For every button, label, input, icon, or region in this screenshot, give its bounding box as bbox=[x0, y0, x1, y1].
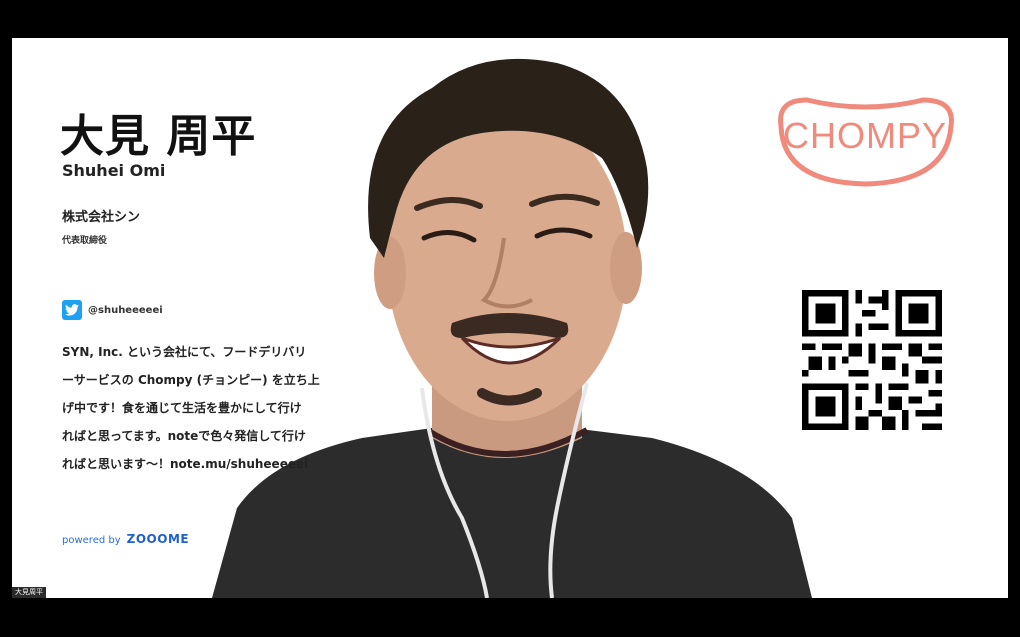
logo-text: CHOMPY bbox=[783, 115, 947, 156]
qr-code-icon[interactable] bbox=[802, 290, 942, 430]
chompy-logo: CHOMPY bbox=[778, 97, 954, 187]
bio-line: SYN, Inc. という会社にて、フードデリバリ bbox=[62, 345, 307, 359]
company-name: 株式会社シン bbox=[62, 210, 141, 225]
zooome-logo: ZOOOME bbox=[126, 532, 190, 546]
speaker-name-jp: 大見 周平 bbox=[60, 111, 257, 162]
bio-text: SYN, Inc. という会社にて、フードデリバリ ーサービスの Chompy … bbox=[62, 338, 322, 478]
powered-by: powered by ZOOOME bbox=[62, 532, 189, 546]
participant-video[interactable]: 大見 周平 Shuhei Omi 株式会社シン 代表取締役 @shuheeeee… bbox=[12, 38, 1008, 598]
twitter-handle: @shuheeeeei bbox=[88, 304, 163, 316]
job-title: 代表取締役 bbox=[62, 236, 108, 246]
participant-name-label: 大見周平 bbox=[12, 587, 46, 598]
bio-line: げ中です！食を通じて生活を豊かにして行け bbox=[62, 401, 302, 415]
bio-line: ーサービスの Chompy (チョンピー) を立ち上 bbox=[62, 373, 320, 387]
bio-line: ればと思います〜！note.mu/shuheeeeei bbox=[62, 457, 309, 471]
bio-line: ればと思ってます。noteで色々発信して行け bbox=[62, 429, 306, 443]
speaker-name-en: Shuhei Omi bbox=[62, 161, 166, 180]
twitter-icon bbox=[62, 300, 82, 320]
powered-by-label: powered by bbox=[62, 535, 121, 546]
twitter-link[interactable]: @shuheeeeei bbox=[62, 300, 163, 320]
